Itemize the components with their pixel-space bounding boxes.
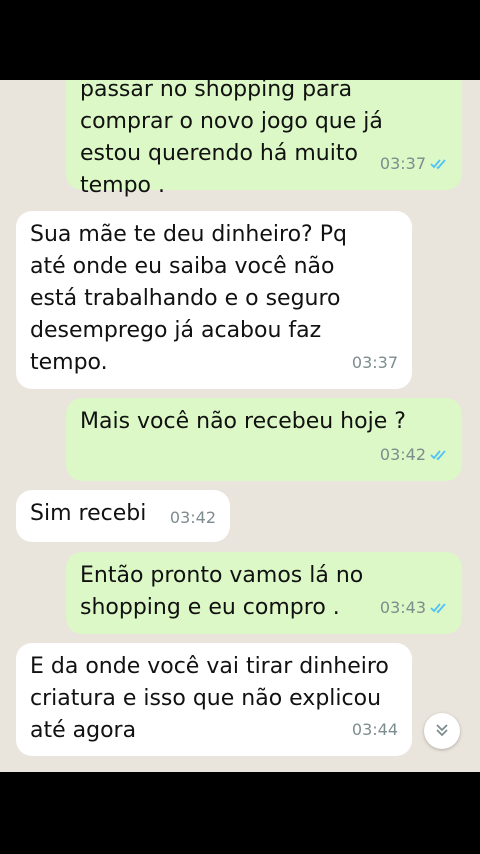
message-meta: 03:37 — [352, 347, 398, 379]
message-bubble-incoming[interactable]: Sim recebi 03:42 — [16, 490, 230, 542]
message-time: 03:42 — [379, 445, 426, 464]
message-time: 03:37 — [379, 154, 426, 173]
scroll-to-bottom-button[interactable] — [424, 713, 460, 749]
message-bubble-outgoing[interactable]: Então pronto vamos lá no shopping e eu c… — [66, 552, 462, 634]
read-ticks-icon — [430, 158, 448, 170]
message-time: 03:43 — [379, 598, 426, 617]
double-chevron-down-icon — [434, 722, 450, 741]
message-time: 03:44 — [351, 720, 398, 739]
message-text: Mais você não recebeu hoje ? — [80, 409, 406, 434]
message-text: passar no shopping para comprar o novo j… — [80, 80, 383, 198]
message-meta: 03:37 — [380, 148, 448, 180]
chat-conversation[interactable]: passar no shopping para comprar o novo j… — [0, 80, 480, 772]
message-bubble-outgoing[interactable]: passar no shopping para comprar o novo j… — [66, 80, 462, 198]
message-bubble-outgoing[interactable]: Mais você não recebeu hoje ? 03:42 — [66, 398, 462, 481]
top-black-bar — [0, 0, 480, 80]
message-bubble-incoming[interactable]: Sua mãe te deu dinheiro? Pq até onde eu … — [16, 211, 412, 389]
read-ticks-icon — [430, 449, 448, 461]
message-text: E da onde você vai tirar dinheiro criatu… — [30, 654, 389, 743]
bottom-black-bar — [0, 772, 480, 854]
message-text: Sua mãe te deu dinheiro? Pq até onde eu … — [30, 222, 347, 375]
message-time: 03:37 — [351, 353, 398, 372]
message-meta: 03:43 — [380, 592, 448, 624]
message-meta: 03:42 — [170, 502, 216, 534]
message-meta: 03:44 — [352, 714, 398, 746]
message-time: 03:42 — [169, 508, 216, 527]
read-ticks-icon — [430, 602, 448, 614]
message-meta: 03:42 — [380, 439, 448, 471]
message-bubble-incoming[interactable]: E da onde você vai tirar dinheiro criatu… — [16, 643, 412, 756]
